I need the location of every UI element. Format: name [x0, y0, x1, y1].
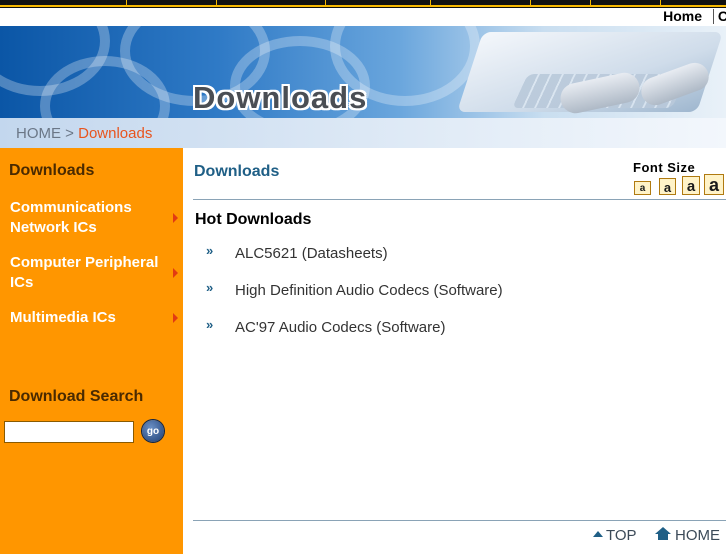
top-navigation-strip: [0, 0, 726, 8]
download-search-title: Download Search: [9, 388, 144, 405]
sidebar-item-communications-network-ics[interactable]: Communications Network ICs: [10, 198, 170, 238]
arrow-right-icon: [173, 213, 178, 223]
breadcrumb: HOME > Downloads: [16, 125, 152, 142]
downloads-banner: Downloads: [0, 26, 726, 118]
nav-separator: [216, 0, 217, 6]
download-link-ac97-audio-codecs[interactable]: AC'97 Audio Codecs (Software): [235, 319, 445, 336]
font-size-large-button[interactable]: a: [682, 176, 700, 195]
top-link[interactable]: TOP: [606, 527, 637, 544]
utility-bar: Home C: [0, 8, 726, 26]
arrow-right-icon: [173, 268, 178, 278]
sidebar-item-label: Network ICs: [10, 219, 97, 236]
arrow-right-icon: [173, 313, 178, 323]
font-size-largest-button[interactable]: a: [704, 174, 724, 195]
double-chevron-icon: »: [206, 243, 214, 258]
font-size-smallest-button[interactable]: a: [634, 181, 651, 195]
sidebar-title: Downloads: [9, 162, 95, 179]
breadcrumb-bar: HOME > Downloads: [0, 118, 726, 148]
nav-separator: [660, 0, 661, 6]
breadcrumb-separator: >: [65, 125, 74, 142]
download-search-input[interactable]: [4, 421, 134, 443]
sidebar-item-label: ICs: [10, 274, 34, 291]
nav-separator: [430, 0, 431, 6]
utility-divider: [713, 9, 714, 24]
sidebar-item-multimedia-ics[interactable]: Multimedia ICs: [10, 308, 170, 328]
nav-separator: [590, 0, 591, 6]
download-link-hd-audio-codecs[interactable]: High Definition Audio Codecs (Software): [235, 282, 503, 299]
nav-separator: [530, 0, 531, 6]
double-chevron-icon: »: [206, 280, 214, 295]
sidebar-item-label: Multimedia ICs: [10, 309, 116, 326]
nav-separator: [126, 0, 127, 6]
footer-divider: [193, 520, 726, 521]
sidebar-item-computer-peripheral-ics[interactable]: Computer Peripheral ICs: [10, 253, 170, 293]
sidebar: Downloads Communications Network ICs Com…: [0, 148, 183, 554]
banner-title: Downloads: [193, 80, 368, 115]
arrow-up-icon: [593, 531, 603, 537]
title-divider: [193, 199, 726, 200]
utility-cut-link[interactable]: C: [718, 8, 726, 24]
sidebar-item-label: Communications: [10, 199, 132, 216]
font-size-label: Font Size: [633, 160, 696, 175]
utility-home-link[interactable]: Home: [663, 8, 702, 24]
hot-downloads-title: Hot Downloads: [195, 211, 312, 228]
double-chevron-icon: »: [206, 317, 214, 332]
download-link-alc5621[interactable]: ALC5621 (Datasheets): [235, 245, 388, 262]
nav-separator: [325, 0, 326, 6]
breadcrumb-current: Downloads: [78, 125, 153, 142]
footer-home-link[interactable]: HOME: [675, 527, 720, 544]
breadcrumb-home-link[interactable]: HOME: [16, 125, 61, 142]
top-accent-line: [0, 5, 726, 7]
page-title: Downloads: [194, 163, 280, 180]
font-size-small-button[interactable]: a: [659, 178, 676, 195]
sidebar-item-label: Computer Peripheral: [10, 254, 159, 271]
search-go-button[interactable]: go: [142, 420, 164, 442]
home-icon: [655, 527, 671, 541]
